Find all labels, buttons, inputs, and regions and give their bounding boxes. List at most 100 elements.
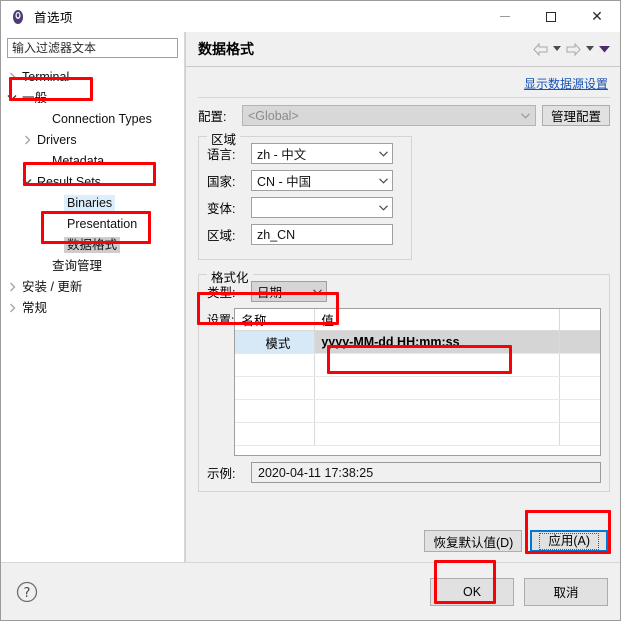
table-cell-value[interactable]	[315, 377, 560, 399]
tree-item-6[interactable]: Binaries	[1, 192, 184, 213]
preferences-tree[interactable]: Terminal 一般 Connection Types Drivers Metadat…	[1, 64, 184, 562]
table-cell-value[interactable]: yyyy-MM-dd HH:mm:ss	[315, 331, 560, 353]
profile-label: 配置:	[198, 110, 227, 124]
tree-item-3[interactable]: Drivers	[1, 129, 184, 150]
pane-footer: 恢复默认值(D) 应用(A)	[186, 522, 620, 562]
locale-combo-value: zh - 中文	[257, 148, 307, 162]
type-value: 日期	[257, 286, 283, 300]
tree-item-11[interactable]: 常规	[1, 297, 184, 318]
manage-profiles-button[interactable]: 管理配置	[541, 105, 610, 126]
locale-text-3[interactable]: zh_CN	[251, 224, 393, 245]
table-row[interactable]	[235, 377, 600, 400]
column-header-2[interactable]	[560, 309, 600, 330]
close-icon[interactable]: ✕	[574, 1, 620, 32]
maximize-icon[interactable]	[528, 1, 574, 32]
pane-body: 显示数据源设置 配置: <Global> 管理配置 区域 语言: zh - 中文…	[186, 67, 620, 522]
chevron-down-icon[interactable]	[20, 178, 34, 185]
locale-combo-value: CN - 中国	[257, 175, 312, 189]
chevron-right-icon[interactable]	[5, 72, 19, 82]
chevron-down-icon	[374, 150, 392, 157]
window-content: Terminal 一般 Connection Types Drivers Metadat…	[1, 32, 620, 562]
table-cell-extra[interactable]	[560, 354, 600, 376]
back-arrow-icon[interactable]	[530, 39, 550, 59]
format-group: 格式化 类型: 日期 设置: 名称值 模式 yyyy-MM-dd HH:mm:s…	[198, 267, 610, 492]
table-cell-value[interactable]	[315, 423, 560, 445]
table-cell-name[interactable]	[235, 377, 316, 399]
minimize-icon[interactable]	[482, 1, 528, 32]
locale-combo-1[interactable]: CN - 中国	[251, 170, 393, 191]
tree-item-2[interactable]: Connection Types	[1, 108, 184, 129]
locale-field-label: 区域:	[207, 229, 236, 243]
page-title: 数据格式	[198, 41, 254, 57]
preferences-window: 首选项 ✕ Terminal 一般 Connection Types Drivers M…	[0, 0, 621, 621]
column-header-1[interactable]: 值	[315, 309, 560, 330]
forward-arrow-icon[interactable]	[563, 39, 583, 59]
table-row[interactable]: 模式 yyyy-MM-dd HH:mm:ss	[235, 331, 600, 354]
table-cell-name[interactable]	[235, 423, 316, 445]
forward-dropdown-icon[interactable]	[585, 39, 594, 59]
table-body[interactable]: 模式 yyyy-MM-dd HH:mm:ss	[235, 331, 600, 446]
locale-group-title: 区域	[207, 129, 241, 148]
sample-value: 2020-04-11 17:38:25	[251, 462, 601, 483]
ok-button[interactable]: OK	[430, 577, 514, 606]
back-dropdown-icon[interactable]	[552, 39, 561, 59]
table-cell-name[interactable]	[235, 400, 316, 422]
locale-group: 区域 语言: zh - 中文 国家: CN - 中国 变体: 区域: zh_CN	[198, 129, 412, 260]
tree-item-label: Binaries	[64, 194, 116, 211]
tree-item-9[interactable]: 查询管理	[1, 255, 184, 276]
table-cell-extra[interactable]	[560, 377, 600, 399]
tree-item-label: 安装 / 更新	[22, 279, 83, 294]
chevron-right-icon[interactable]	[20, 135, 34, 145]
svg-text:?: ?	[24, 586, 31, 601]
table-cell-value[interactable]	[315, 400, 560, 422]
sample-row: 示例: 2020-04-11 17:38:25	[207, 462, 601, 483]
tree-item-8[interactable]: 数据格式	[1, 234, 184, 255]
tree-item-10[interactable]: 安装 / 更新	[1, 276, 184, 297]
chevron-right-icon[interactable]	[5, 282, 19, 292]
tree-item-7[interactable]: Presentation	[1, 213, 184, 234]
table-cell-extra[interactable]	[560, 423, 600, 445]
tree-item-4[interactable]: Metadata	[1, 150, 184, 171]
cancel-button[interactable]: 取消	[524, 577, 608, 606]
window-controls: ✕	[482, 1, 620, 32]
pane-header: 数据格式	[186, 32, 620, 67]
view-menu-icon[interactable]	[596, 39, 612, 59]
tree-item-label: 一般	[22, 90, 48, 105]
table-cell-name[interactable]: 模式	[235, 331, 316, 353]
chevron-down-icon[interactable]	[5, 94, 19, 101]
tree-item-1[interactable]: 一般	[1, 87, 184, 108]
dialog-footer: ? OK 取消	[1, 562, 620, 620]
table-row[interactable]	[235, 354, 600, 377]
tree-item-label: Metadata	[52, 153, 105, 168]
type-row: 类型: 日期	[207, 281, 601, 302]
locale-combo-0[interactable]: zh - 中文	[251, 143, 393, 164]
settings-table[interactable]: 名称值 模式 yyyy-MM-dd HH:mm:ss	[234, 308, 601, 456]
type-combo[interactable]: 日期	[251, 281, 327, 302]
restore-defaults-button[interactable]: 恢复默认值(D)	[424, 530, 523, 552]
help-icon[interactable]: ?	[15, 580, 39, 604]
table-cell-value[interactable]	[315, 354, 560, 376]
table-cell-extra[interactable]	[560, 331, 600, 353]
tree-item-0[interactable]: Terminal	[1, 66, 184, 87]
table-header: 名称值	[235, 309, 600, 331]
chevron-right-icon[interactable]	[5, 303, 19, 313]
locale-field-row-2: 变体:	[207, 197, 403, 218]
tree-item-label: 数据格式	[64, 236, 121, 253]
table-cell-extra[interactable]	[560, 400, 600, 422]
locale-field-label: 变体:	[207, 202, 236, 216]
chevron-down-icon	[517, 112, 535, 119]
column-header-0[interactable]: 名称	[235, 309, 316, 330]
tree-item-label: 查询管理	[52, 258, 103, 273]
table-row[interactable]	[235, 400, 600, 423]
dialog-buttons: OK 取消	[430, 577, 608, 606]
show-datasource-settings-link[interactable]: 显示数据源设置	[524, 75, 608, 92]
filter-input[interactable]	[7, 38, 178, 58]
table-row[interactable]	[235, 423, 600, 446]
apply-button[interactable]: 应用(A)	[530, 530, 608, 552]
table-cell-name[interactable]	[235, 354, 316, 376]
profile-combo[interactable]: <Global>	[242, 105, 536, 126]
locale-combo-2[interactable]	[251, 197, 393, 218]
locale-field-label: 国家:	[207, 175, 236, 189]
chevron-down-icon	[374, 204, 392, 211]
tree-item-5[interactable]: Result Sets	[1, 171, 184, 192]
